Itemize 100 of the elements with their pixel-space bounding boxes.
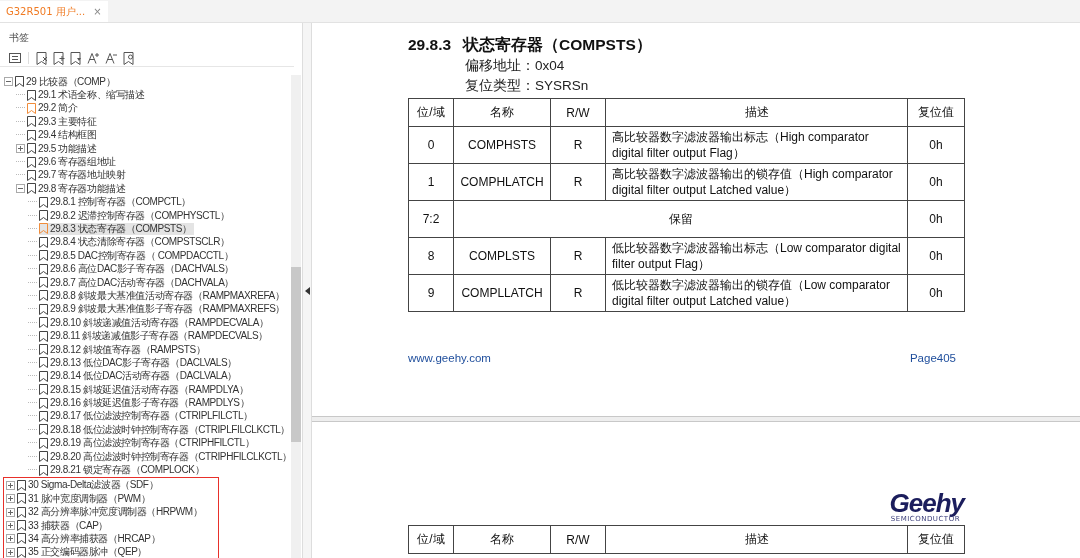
bookmark-icon [39, 397, 48, 409]
table-cell: 低比较器数字滤波器输出标志（Low comparator digital filter output Flag） [605, 237, 908, 275]
bookmark-icon [17, 506, 26, 518]
expand-icon[interactable] [16, 144, 25, 154]
table-cell: COMPLSTS [453, 237, 551, 275]
column-header: R/W [550, 525, 606, 554]
expand-icon[interactable] [6, 521, 15, 531]
column-header: R/W [550, 98, 606, 127]
bookmark-settings-icon[interactable] [123, 51, 135, 65]
close-icon[interactable]: × [93, 6, 102, 17]
table-cell: 0h [907, 237, 965, 275]
bookmark-item[interactable]: 29.8.4 状态清除寄存器（COMPSTSCLR） [39, 236, 232, 249]
expand-icon[interactable] [6, 547, 15, 557]
bookmark-icon [17, 479, 26, 491]
bookmark-item[interactable]: 29.8.12 斜坡值寄存器（RAMPSTS） [39, 343, 208, 356]
bookmark-item[interactable]: 29.8.5 DAC控制寄存器（ COMPDACCTL） [39, 249, 236, 262]
column-header: 名称 [453, 525, 551, 554]
bookmark-item[interactable]: 29.8.7 高位DAC活动寄存器（DACHVALA） [39, 276, 237, 289]
bookmark-item[interactable]: 34 高分辨率捕获器（HRCAP） [17, 532, 163, 545]
bookmark-item[interactable]: 29.8.3 状态寄存器（COMPSTS） [39, 223, 194, 235]
bookmark-icon [39, 263, 48, 275]
column-header: 描述 [605, 525, 908, 554]
bookmark-item[interactable]: 29 比较器（COMP） [15, 75, 118, 88]
bookmark-item[interactable]: 29.8.1 控制寄存器（COMPCTL） [39, 196, 194, 209]
expand-icon[interactable] [6, 534, 15, 544]
table-cell: R [550, 274, 606, 312]
bookmark-icon [17, 493, 26, 505]
bookmark-item[interactable]: 29.8.10 斜坡递减值活动寄存器（RAMPDECVALA） [39, 316, 271, 329]
register-info: 复位类型：SYSRSn [464, 77, 590, 95]
bookmark-icon [39, 250, 48, 262]
bookmark-icon [27, 102, 36, 114]
bookmark-item[interactable]: 29.8.18 低位滤波时钟控制寄存器（CTRIPLFILCLKCTL） [39, 423, 291, 436]
bookmark-item[interactable]: 29.8.20 高位滤波时钟控制寄存器（CTRIPHFILCLKCTL） [39, 450, 291, 463]
document-tab[interactable]: G32R501 用户... × [0, 1, 108, 22]
collapse-icon[interactable] [4, 77, 13, 87]
table-cell: 8 [408, 237, 454, 275]
bookmark-item[interactable]: 31 脉冲宽度调制器（PWM） [17, 492, 153, 505]
bookmark-item[interactable]: 35 正交编码器脉冲（QEP） [17, 546, 150, 558]
table-cell: 0h [907, 274, 965, 312]
expand-icon[interactable] [6, 494, 15, 504]
bookmark-item[interactable]: 29.8.9 斜坡最大基准值影子寄存器（RAMPMAXREFS） [39, 303, 287, 316]
bookmark-icon [17, 533, 26, 545]
bookmark-item[interactable]: 29.8.21 锁定寄存器（COMPLOCK） [39, 464, 207, 476]
bookmark-delete-icon[interactable] [36, 51, 48, 65]
expand-icon[interactable] [6, 480, 15, 490]
bookmark-item[interactable]: 29.7 寄存器地址映射 [27, 169, 128, 182]
bookmark-item[interactable]: 29.8.11 斜坡递减值影子寄存器（RAMPDECVALS） [39, 330, 270, 343]
bookmark-item[interactable]: 33 捕获器（CAP） [17, 519, 111, 532]
table-cell: 0h [907, 163, 965, 201]
table-cell: 9 [408, 274, 454, 312]
column-header: 位/域 [408, 525, 454, 554]
table-cell: R [550, 237, 606, 275]
bookmark-item[interactable]: 29.8.2 迟滞控制寄存器（COMPHYSCTL） [39, 209, 232, 222]
table-cell: 1 [408, 163, 454, 201]
bookmark-add-icon[interactable] [53, 51, 65, 65]
bookmark-item[interactable]: 29.8.15 斜坡延迟值活动寄存器（RAMPDLYA） [39, 383, 251, 396]
bookmark-icon [27, 169, 36, 181]
table-cell: COMPLLATCH [453, 274, 551, 312]
bookmark-item[interactable]: 29.6 寄存器组地址 [27, 156, 118, 169]
bookmark-item[interactable]: 30 Sigma-Delta滤波器（SDF） [17, 479, 161, 492]
bookmark-icon [39, 290, 48, 302]
bookmark-icon [39, 196, 48, 208]
bookmark-item[interactable]: 29.2 简介 [27, 102, 80, 115]
bookmark-item[interactable]: 29.8.14 低位DAC活动寄存器（DACLVALA） [39, 370, 239, 383]
bookmark-item[interactable]: 29.3 主要特征 [27, 115, 99, 128]
list-icon[interactable] [9, 53, 21, 63]
bookmark-item[interactable]: 29.8.13 低位DAC影子寄存器（DACLVALS） [39, 356, 239, 369]
bookmark-item[interactable]: 29.8.19 高位滤波控制寄存器（CTRIPHFILCTL） [39, 437, 257, 450]
bookmark-item[interactable]: 29.8 寄存器功能描述 [27, 182, 128, 195]
panel-title: 书签 [8, 31, 30, 45]
bookmark-item[interactable]: 29.8.6 高位DAC影子寄存器（DACHVALS） [39, 263, 237, 276]
table-cell: 保留 [453, 200, 908, 238]
scrollbar[interactable] [291, 75, 301, 558]
bookmark-icon [39, 464, 48, 476]
bookmark-icon [39, 344, 48, 355]
table-cell: R [550, 163, 606, 201]
bookmark-item[interactable]: 32 高分辨率脉冲宽度调制器（HRPWM） [17, 506, 205, 519]
bookmark-icon [39, 223, 48, 235]
bookmark-item[interactable]: 29.8.16 斜坡延迟值影子寄存器（RAMPDLYS） [39, 397, 252, 410]
table-cell: 高比较器数字滤波器输出标志（High comparator digital filter output Flag） [605, 126, 908, 164]
bookmark-icon [15, 76, 24, 88]
bookmark-icon [27, 129, 36, 141]
bookmark-item[interactable]: 29.8.17 低位滤波控制寄存器（CTRIPLFILCTL） [39, 410, 255, 423]
bookmark-icon [39, 370, 48, 382]
bookmark-icon [39, 357, 48, 369]
bookmark-item[interactable]: 29.1 术语全称、缩写描述 [27, 89, 147, 102]
column-header: 位/域 [408, 98, 454, 127]
expand-icon[interactable] [6, 507, 15, 517]
bookmark-item[interactable]: 29.8.8 斜坡最大基准值活动寄存器（RAMPMAXREFA） [39, 289, 287, 302]
bookmark-down-icon[interactable] [70, 51, 82, 65]
text-smaller-icon[interactable] [105, 52, 118, 64]
bookmark-item[interactable]: 29.4 结构框图 [27, 129, 99, 142]
collapse-icon[interactable] [16, 184, 25, 194]
bookmark-icon [27, 183, 36, 195]
text-larger-icon[interactable] [87, 52, 100, 64]
website-link[interactable]: www.geehy.com [408, 352, 491, 364]
bookmark-icon [39, 330, 48, 342]
table-cell: R [550, 126, 606, 164]
bookmark-item[interactable]: 29.5 功能描述 [27, 142, 99, 155]
collapse-arrow-icon[interactable] [304, 286, 310, 295]
